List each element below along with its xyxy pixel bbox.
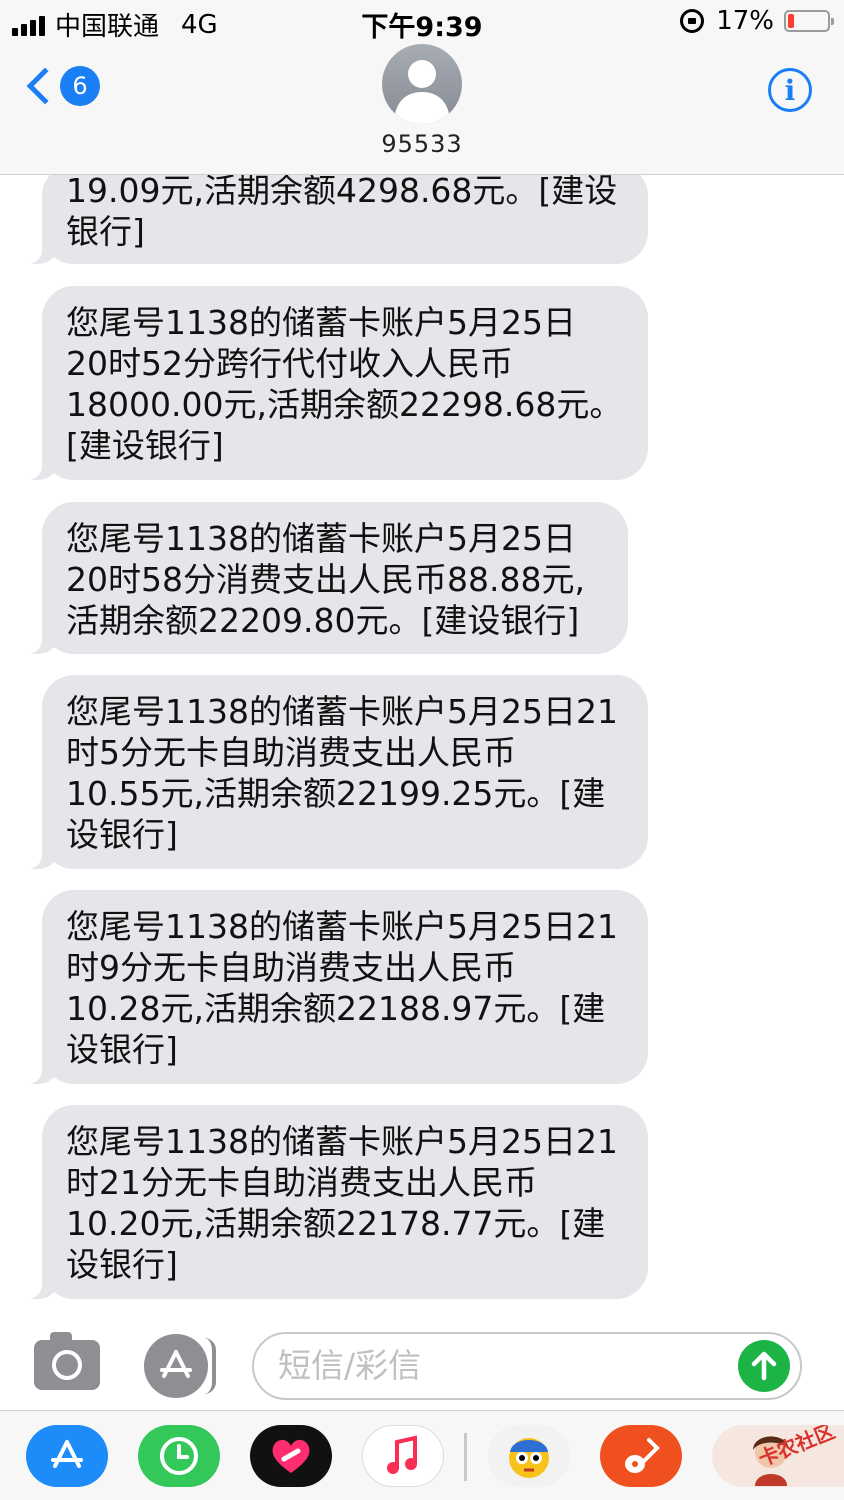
message-line: 10.55元,活期余额22199.25元。[建 [66,774,606,813]
music-app[interactable] [362,1425,444,1487]
message-bubble[interactable]: 您尾号1138的储蓄卡账户5月25日 20时58分消费支出人民币88.88元, … [20,502,628,654]
garageband-app[interactable] [600,1425,682,1487]
message-line: 活期余额22209.80元。[建设银行] [66,601,580,640]
camera-button[interactable] [34,1332,100,1390]
imessage-app-drawer: 卡农社区 [0,1410,844,1500]
message-line: 20时52分跨行代付收入人民币 [66,344,513,383]
message-list[interactable]: 19.09元,活期余额4298.68元。[建设 银行] 您尾号1138的储蓄卡账… [0,0,844,1315]
app-store-icon [51,1440,83,1468]
message-line: 设银行] [66,815,178,854]
orientation-lock-icon [680,9,705,33]
battery-icon [784,10,834,32]
info-icon: i [784,73,796,107]
message-bubble[interactable]: 您尾号1138的储蓄卡账户5月25日21 时21分无卡自助消费支出人民币 10.… [20,1105,648,1299]
message-line: 18000.00元,活期余额22298.68元。 [66,385,623,424]
message-bubble[interactable]: 19.09元,活期余额4298.68元。[建设 银行] [20,164,648,264]
info-button[interactable]: i [768,68,812,112]
message-bubble[interactable]: 您尾号1138的储蓄卡账户5月25日 20时52分跨行代付收入人民币 18000… [20,286,648,480]
message-line: 时5分无卡自助消费支出人民币 [66,733,516,772]
message-line: 设银行] [66,1245,178,1284]
message-line: 10.20元,活期余额22178.77元。[建 [66,1204,606,1243]
message-line: 您尾号1138的储蓄卡账户5月25日 [66,519,576,558]
message-input[interactable]: 短信/彩信 [252,1332,802,1400]
message-line: 10.28元,活期余额22188.97元。[建 [66,989,606,1028]
message-line: 19.09元,活期余额4298.68元。[建设 [66,171,618,210]
message-line: 您尾号1138的储蓄卡账户5月25日21 [66,1122,618,1161]
camera-icon [52,1350,82,1380]
contact-name[interactable]: 95533 [0,130,844,158]
chevron-left-icon [26,67,64,105]
send-button[interactable] [738,1340,790,1392]
message-line: 时9分无卡自助消费支出人民币 [66,948,516,987]
message-line: 您尾号1138的储蓄卡账户5月25日21 [66,692,618,731]
digital-touch-app[interactable] [250,1425,332,1487]
sticker-app[interactable] [488,1425,570,1487]
arrow-up-icon [751,1351,777,1381]
message-line: [建设银行] [66,426,224,465]
conversation-header: 6 95533 i [0,44,844,175]
message-line: 您尾号1138的储蓄卡账户5月25日 [66,303,576,342]
clock-icon [160,1437,198,1475]
person-silhouette-icon [394,60,450,124]
message-line: 20时58分消费支出人民币88.88元, [66,560,585,599]
guitar-icon [625,1438,660,1473]
health-heart-icon [272,1439,310,1473]
message-line: 您尾号1138的储蓄卡账户5月25日21 [66,907,618,946]
clock-app[interactable] [138,1425,220,1487]
drawer-divider [464,1433,467,1481]
avatar-sticker-app[interactable]: 卡农社区 [712,1425,844,1487]
apps-button[interactable] [144,1334,216,1398]
unread-count-badge: 6 [60,66,100,106]
message-bubble[interactable]: 您尾号1138的储蓄卡账户5月25日21 时5分无卡自助消费支出人民币 10.5… [20,675,648,869]
music-icon [387,1435,417,1474]
message-line: 时21分无卡自助消费支出人民币 [66,1163,537,1202]
battery-percent: 17% [716,6,774,36]
battery-fill [788,14,795,28]
back-button[interactable]: 6 [22,66,100,106]
app-store-app[interactable] [26,1425,108,1487]
status-bar: 中国联通 4G 下午9:39 17% [0,0,844,44]
message-line: 银行] [66,212,145,251]
emoji-character-icon [509,1438,549,1478]
message-bubble[interactable]: 您尾号1138的储蓄卡账户5月25日21 时9分无卡自助消费支出人民币 10.2… [20,890,648,1084]
app-store-icon [160,1350,192,1378]
status-right: 17% [680,6,834,36]
contact-avatar[interactable] [382,44,462,124]
compose-bar: 短信/彩信 [0,1318,844,1410]
message-line: 设银行] [66,1030,178,1069]
message-input-placeholder: 短信/彩信 [278,1346,422,1385]
